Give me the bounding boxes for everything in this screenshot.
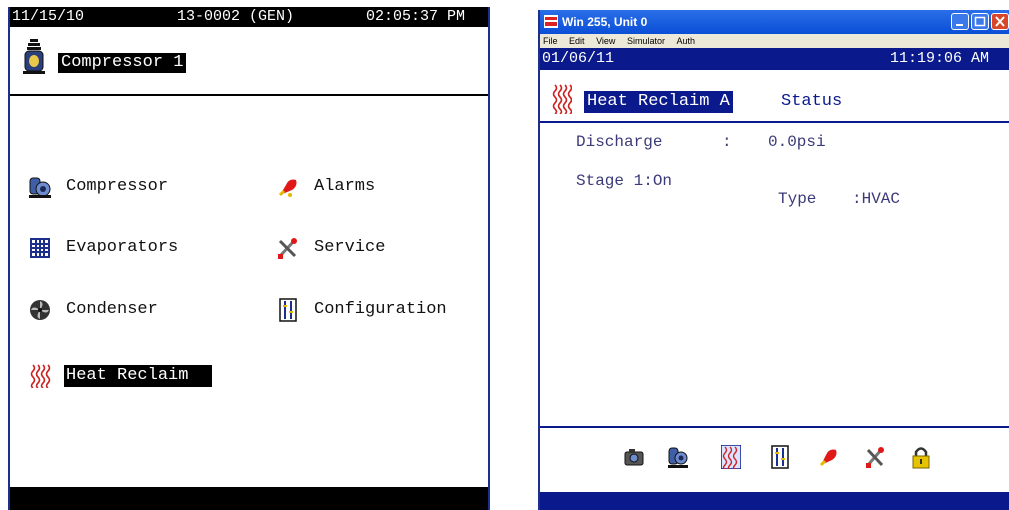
- minimize-button[interactable]: [951, 13, 969, 30]
- close-icon: [995, 16, 1005, 27]
- date-time-bar: 01/06/11 11:19:06 AM: [540, 48, 1009, 70]
- menu-service-label: Service: [314, 238, 386, 257]
- simulator-window: Win 255, Unit 0 File Edit View Simulator…: [538, 10, 1009, 510]
- menu-condenser[interactable]: Condenser: [28, 298, 158, 322]
- menu-configuration[interactable]: Configuration: [276, 298, 447, 322]
- compressor-unit-icon: [23, 39, 45, 74]
- discharge-separator: :: [722, 133, 732, 151]
- menu-edit[interactable]: Edit: [569, 36, 585, 46]
- configuration-panel-icon[interactable]: [770, 445, 790, 469]
- menu-heat-reclaim-label: Heat Reclaim: [64, 365, 213, 387]
- date-display: 01/06/11: [542, 50, 615, 67]
- menu-evaporators-label: Evaporators: [66, 238, 179, 257]
- menu-heat-reclaim[interactable]: Heat Reclaim: [28, 364, 213, 388]
- title-bar: Compressor 1: [10, 27, 488, 93]
- screen-title: Heat Reclaim A: [584, 91, 733, 113]
- heat-reclaim-icon: [552, 84, 572, 114]
- controller-screen-left: 11/15/10 13-0002 (GEN) 02:05:37 PM Compr…: [8, 7, 490, 510]
- discharge-value: 0.0psi: [768, 133, 826, 151]
- menu-file[interactable]: File: [543, 36, 558, 46]
- close-button[interactable]: [991, 13, 1009, 30]
- stage-status: Stage 1:On: [576, 172, 673, 190]
- configuration-panel-icon: [279, 298, 297, 322]
- bottom-bar: [10, 487, 488, 510]
- menu-simulator[interactable]: Simulator: [627, 36, 665, 46]
- service-tools-icon: [278, 238, 297, 259]
- menu-condenser-label: Condenser: [66, 300, 158, 319]
- menu-configuration-label: Configuration: [314, 300, 447, 319]
- type-value: :HVAC: [852, 190, 901, 208]
- window-title-bar[interactable]: Win 255, Unit 0: [540, 10, 1009, 34]
- bottom-bar: [540, 492, 1009, 510]
- compressor-icon: [29, 177, 51, 198]
- heat-reclaim-icon: [30, 364, 51, 388]
- discharge-label: Discharge: [576, 133, 663, 151]
- menu-evaporators[interactable]: Evaporators: [28, 236, 178, 260]
- title-divider: [10, 94, 488, 96]
- menu-service[interactable]: Service: [276, 236, 385, 260]
- menu-view[interactable]: View: [596, 36, 615, 46]
- maximize-icon: [974, 16, 986, 27]
- condenser-fan-icon: [30, 300, 50, 320]
- page-title: Compressor 1: [58, 53, 187, 73]
- screen-subtitle: Status: [781, 92, 843, 111]
- maximize-button[interactable]: [971, 13, 989, 30]
- menu-compressor-label: Compressor: [66, 177, 169, 196]
- lock-icon[interactable]: [911, 445, 931, 469]
- status-time: 02:05:37 PM: [366, 8, 466, 25]
- camera-icon[interactable]: [624, 445, 644, 469]
- time-display: 11:19:06 AM: [890, 50, 990, 67]
- alarm-bell-icon: [278, 179, 297, 197]
- compressor-icon[interactable]: [668, 445, 688, 469]
- evaporator-coil-icon: [30, 238, 50, 258]
- menu-alarms-label: Alarms: [314, 177, 376, 196]
- alarm-bell-icon[interactable]: [818, 445, 838, 469]
- title-divider: [540, 121, 1009, 123]
- menu-alarms[interactable]: Alarms: [276, 175, 375, 199]
- menu-bar: File Edit View Simulator Auth: [540, 34, 1009, 48]
- menu-auth[interactable]: Auth: [676, 36, 695, 46]
- type-label: Type: [778, 190, 817, 208]
- minimize-icon: [956, 24, 963, 26]
- toolbar-divider: [540, 426, 1009, 428]
- window-title: Win 255, Unit 0: [562, 15, 648, 29]
- window-controls: [951, 13, 1009, 30]
- app-icon: [544, 15, 558, 28]
- status-date: 11/15/10: [12, 8, 85, 25]
- service-tools-icon[interactable]: [865, 445, 885, 469]
- status-bar: 11/15/10 13-0002 (GEN) 02:05:37 PM: [10, 7, 488, 27]
- heat-reclaim-icon[interactable]: [721, 445, 741, 469]
- status-unit: 13-0002 (GEN): [177, 8, 295, 25]
- menu-compressor[interactable]: Compressor: [28, 175, 168, 199]
